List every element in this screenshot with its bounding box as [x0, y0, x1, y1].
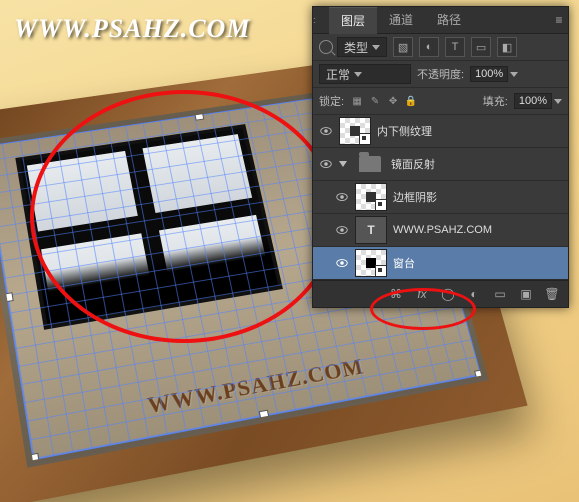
transform-handle[interactable] [194, 112, 204, 121]
filter-shape-icon[interactable]: ▭ [471, 37, 491, 57]
fill-value[interactable]: 100% [514, 93, 552, 109]
blend-mode-dropdown[interactable]: 正常 [319, 64, 411, 84]
tab-layers[interactable]: 图层 [329, 7, 377, 34]
layer-name[interactable]: 边框阴影 [393, 189, 562, 205]
lock-all-icon[interactable]: 🔒 [404, 94, 418, 108]
opacity-control[interactable]: 100% [470, 66, 518, 82]
visibility-icon[interactable] [319, 124, 333, 138]
text-layer-icon[interactable]: T [355, 216, 387, 244]
filter-row: 类型 ▧ ◐ T ▭ ◧ [313, 34, 568, 61]
panel-menu-icon[interactable]: ≡ [550, 13, 568, 27]
link-layers-icon[interactable]: ⌘ [388, 286, 404, 302]
filter-adjust-icon[interactable]: ◐ [419, 37, 439, 57]
tab-paths[interactable]: 路径 [425, 7, 473, 33]
transform-handle[interactable] [259, 410, 270, 421]
new-layer-icon[interactable]: ▣ [518, 286, 534, 302]
layer-fx-icon[interactable]: fx [414, 286, 430, 302]
smart-object-badge-icon [359, 133, 371, 145]
folder-expand-icon[interactable] [339, 161, 347, 167]
adjustment-layer-icon[interactable]: ◐ [466, 286, 482, 302]
filter-pixel-icon[interactable]: ▧ [393, 37, 413, 57]
fill-control[interactable]: 100% [514, 93, 562, 109]
transform-handle[interactable] [474, 369, 485, 379]
layer-row-folder[interactable]: 镜面反射 [313, 148, 568, 181]
lock-icons: ▦ ✎ ✥ 🔒 [350, 94, 418, 108]
layer-name[interactable]: 镜面反射 [391, 156, 562, 172]
chevron-down-icon [354, 72, 362, 77]
layer-name[interactable]: 内下侧纹理 [377, 123, 562, 139]
filter-text-icon[interactable]: T [445, 37, 465, 57]
chevron-down-icon [372, 45, 380, 50]
transform-handle[interactable] [29, 453, 40, 464]
new-group-icon[interactable]: ▭ [492, 286, 508, 302]
visibility-icon[interactable] [335, 190, 349, 204]
layer-row[interactable]: 边框阴影 [313, 181, 568, 214]
chevron-down-icon [510, 72, 518, 77]
layer-name[interactable]: 窗台 [393, 255, 562, 271]
smart-object-badge-icon [375, 199, 387, 211]
visibility-icon[interactable] [335, 223, 349, 237]
layer-thumbnail[interactable] [355, 249, 387, 277]
lock-image-icon[interactable]: ✎ [368, 94, 382, 108]
page-watermark: WWW.PSAHZ.COM [14, 14, 250, 44]
lock-position-icon[interactable]: ✥ [386, 94, 400, 108]
blend-mode-value: 正常 [326, 66, 350, 83]
layer-thumbnail[interactable] [355, 183, 387, 211]
filter-smart-icon[interactable]: ◧ [497, 37, 517, 57]
lock-row: 锁定: ▦ ✎ ✥ 🔒 填充: 100% [313, 88, 568, 115]
lock-label: 锁定: [319, 93, 344, 109]
layers-panel: :: 图层 通道 路径 ≡ 类型 ▧ ◐ T ▭ ◧ 正常 [312, 6, 569, 308]
tab-channels[interactable]: 通道 [377, 7, 425, 33]
chevron-down-icon [554, 99, 562, 104]
layer-thumbnail[interactable] [339, 117, 371, 145]
delete-layer-icon[interactable]: 🗑 [544, 286, 560, 302]
opacity-label: 不透明度: [417, 66, 464, 82]
layers-list: 内下侧纹理 镜面反射 边框阴影 T WWW.PSAHZ.COM [313, 115, 568, 280]
filter-type-dropdown[interactable]: 类型 [337, 37, 387, 57]
smart-object-badge-icon [375, 265, 387, 277]
canvas-stage: WWW.PSAHZ.COM WWW.PSAHZ.COM [0, 0, 579, 502]
folder-icon [355, 151, 385, 177]
layer-row-selected[interactable]: 窗台 [313, 247, 568, 280]
layer-search[interactable]: 类型 [319, 37, 387, 57]
layer-mask-icon[interactable]: ◯ [440, 286, 456, 302]
layers-bottom-bar: ⌘ fx ◯ ◐ ▭ ▣ 🗑 [313, 280, 568, 307]
transform-handle[interactable] [3, 292, 14, 302]
layer-row[interactable]: 内下侧纹理 [313, 115, 568, 148]
layer-row[interactable]: T WWW.PSAHZ.COM [313, 214, 568, 247]
panel-grip-icon[interactable]: :: [313, 15, 329, 25]
panel-tabs: :: 图层 通道 路径 ≡ [313, 7, 568, 34]
opacity-value[interactable]: 100% [470, 66, 508, 82]
fill-label: 填充: [483, 93, 508, 109]
lock-transparent-icon[interactable]: ▦ [350, 94, 364, 108]
visibility-icon[interactable] [319, 157, 333, 171]
layer-name[interactable]: WWW.PSAHZ.COM [393, 224, 562, 236]
search-icon [319, 40, 333, 54]
blend-row: 正常 不透明度: 100% [313, 61, 568, 88]
visibility-icon[interactable] [335, 256, 349, 270]
filter-type-label: 类型 [344, 39, 368, 56]
